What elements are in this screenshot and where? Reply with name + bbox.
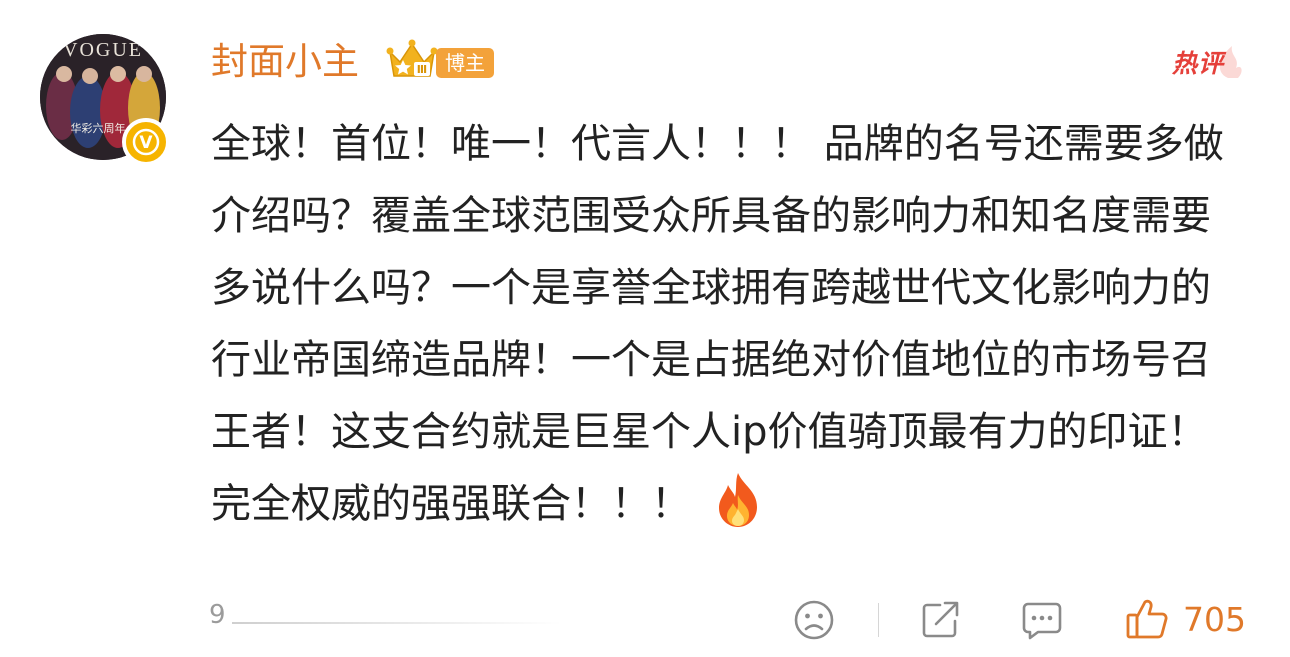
comment-icon[interactable] (1020, 598, 1064, 646)
dislike-face-icon[interactable] (792, 598, 836, 646)
username[interactable]: 封面小主 (211, 38, 359, 86)
reply-divider (232, 622, 562, 624)
svg-text:V: V (139, 133, 153, 153)
share-icon[interactable] (918, 598, 962, 646)
comment-body: 全球！首位！唯一！代言人！！！ 品牌的名号还需要多做介绍吗？覆盖全球范围受众所具… (211, 121, 1224, 527)
svg-text:Ⅲ: Ⅲ (417, 63, 427, 76)
verified-badge-icon: V (122, 118, 170, 166)
svg-text:VOGUE: VOGUE (63, 39, 143, 61)
reply-count[interactable]: 9 (209, 600, 226, 630)
hot-comment-tag: 热评 (1172, 49, 1225, 78)
comment-text: 全球！首位！唯一！代言人！！！ 品牌的名号还需要多做介绍吗？覆盖全球范围受众所具… (211, 108, 1241, 552)
crown-level-icon: Ⅲ (386, 38, 438, 86)
thumbs-up-icon[interactable] (1124, 596, 1170, 646)
footer-divider (878, 603, 879, 637)
like-count: 705 (1183, 600, 1246, 639)
avatar-caption: 华彩六周年 (71, 121, 126, 135)
fire-icon (713, 471, 763, 552)
blogger-badge: 博主 (436, 48, 494, 78)
